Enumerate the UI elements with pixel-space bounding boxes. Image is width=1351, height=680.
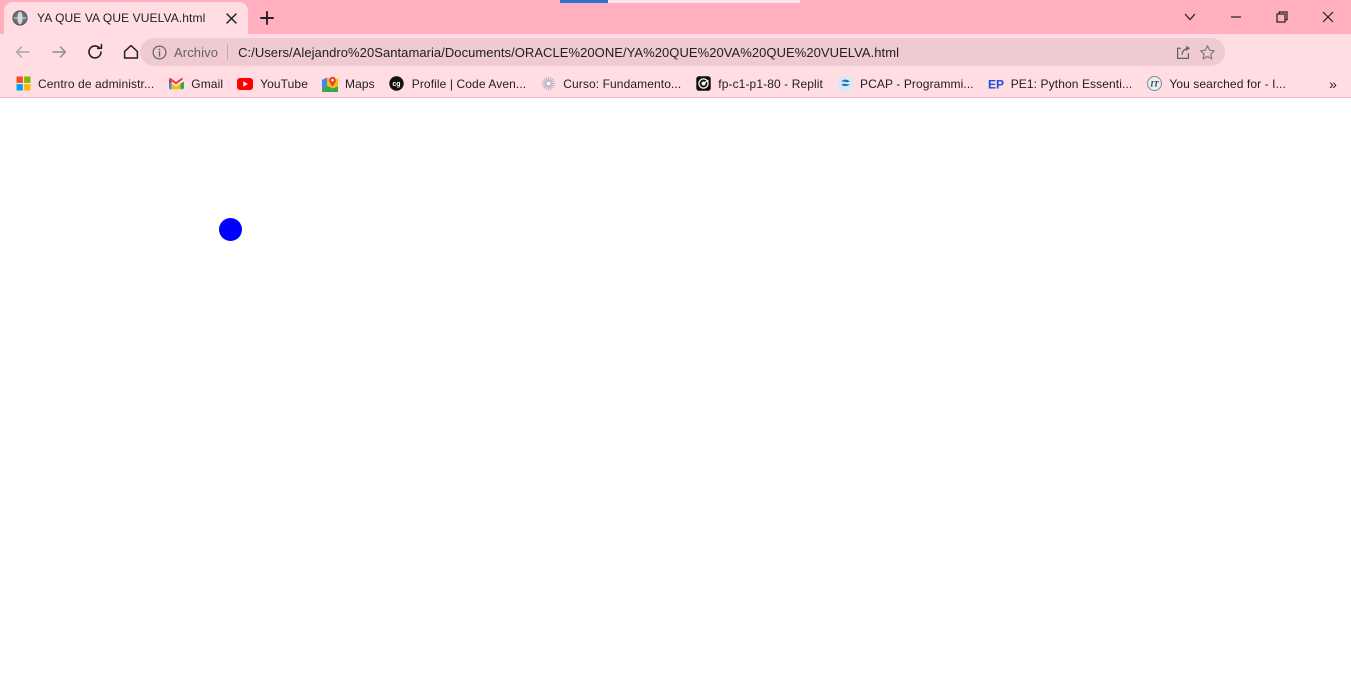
omnibox-divider xyxy=(227,44,229,60)
page-load-progress xyxy=(560,0,800,3)
bookmark-label: Gmail xyxy=(191,76,224,91)
new-tab-button[interactable] xyxy=(254,5,280,31)
bookmark-label: PCAP - Programmi... xyxy=(860,76,974,91)
page-viewport xyxy=(0,98,1351,680)
gmail-icon xyxy=(168,76,185,92)
bookmark-gmail[interactable]: Gmail xyxy=(161,73,230,95)
bookmark-curso-fundamentos[interactable]: Curso: Fundamento... xyxy=(533,73,688,95)
svg-text:IT: IT xyxy=(1149,79,1159,89)
microsoft-icon xyxy=(15,76,31,92)
bookmark-centro-de-administracion[interactable]: Centro de administr... xyxy=(8,73,161,95)
bookmark-profile-code-avengers[interactable]: cg Profile | Code Aven... xyxy=(382,73,534,95)
info-circle-icon[interactable] xyxy=(150,43,168,61)
browser-toolbar: Archivo C:/Users/Alejandro%20Santamaria/… xyxy=(0,34,1351,98)
youtube-icon xyxy=(237,76,254,92)
bookmark-label: PE1: Python Essenti... xyxy=(1010,76,1133,91)
svg-text:EP: EP xyxy=(988,77,1004,90)
ep-icon: EP xyxy=(988,76,1004,92)
it-icon: IT xyxy=(1146,76,1162,92)
browser-window: YA QUE VA QUE VUELVA.html Archivo C:/Use… xyxy=(0,0,1351,680)
replit-icon xyxy=(695,76,711,92)
bookmark-label: Maps xyxy=(344,76,375,91)
bookmark-label: Centro de administr... xyxy=(38,76,155,91)
page-load-progress-fill xyxy=(560,0,608,3)
bookmark-maps[interactable]: Maps xyxy=(315,73,382,95)
share-icon[interactable] xyxy=(1171,40,1195,64)
url-scheme-label: Archivo xyxy=(174,44,219,60)
bookmark-you-searched-for[interactable]: IT You searched for - I... xyxy=(1139,73,1293,95)
pcap-icon xyxy=(837,76,853,92)
maximize-icon[interactable] xyxy=(1259,0,1305,34)
window-controls xyxy=(1167,0,1351,34)
close-icon[interactable] xyxy=(1305,0,1351,34)
maps-icon xyxy=(321,76,338,92)
bookmark-youtube[interactable]: YouTube xyxy=(230,73,315,95)
globe-icon xyxy=(12,10,28,26)
reload-button[interactable] xyxy=(80,37,110,67)
address-bar[interactable]: Archivo C:/Users/Alejandro%20Santamaria/… xyxy=(140,38,1225,66)
bookmark-label: fp-c1-p1-80 - Replit xyxy=(718,76,823,91)
codeavengers-icon: cg xyxy=(389,76,405,92)
back-button[interactable] xyxy=(8,37,38,67)
asterisk-icon xyxy=(540,76,556,92)
tab-ya-que-va-que-vuelva[interactable]: YA QUE VA QUE VUELVA.html xyxy=(4,2,248,34)
svg-text:cg: cg xyxy=(393,81,401,88)
bookmark-pcap[interactable]: PCAP - Programmi... xyxy=(830,73,981,95)
bookmark-label: Profile | Code Aven... xyxy=(411,76,527,91)
bookmark-label: Curso: Fundamento... xyxy=(563,76,682,91)
url-text[interactable]: C:/Users/Alejandro%20Santamaria/Document… xyxy=(238,45,1171,60)
bookmarks-overflow-button[interactable]: » xyxy=(1323,74,1343,94)
tab-title: YA QUE VA QUE VUELVA.html xyxy=(37,11,206,25)
tab-strip: YA QUE VA QUE VUELVA.html xyxy=(0,0,1351,34)
chevron-down-icon[interactable] xyxy=(1167,0,1213,34)
bookmark-label: YouTube xyxy=(260,76,308,91)
bookmark-label: You searched for - I... xyxy=(1169,76,1286,91)
tab-close-icon[interactable] xyxy=(222,9,240,27)
star-icon[interactable] xyxy=(1195,40,1219,64)
bookmarks-bar: Centro de administr... Gmail YouTube Map… xyxy=(0,70,1351,98)
forward-button[interactable] xyxy=(44,37,74,67)
bookmark-replit[interactable]: fp-c1-p1-80 - Replit xyxy=(688,73,830,95)
minimize-icon[interactable] xyxy=(1213,0,1259,34)
blue-circle xyxy=(219,218,242,241)
bookmark-pe1-python-essentials[interactable]: EP PE1: Python Essenti... xyxy=(981,73,1140,95)
